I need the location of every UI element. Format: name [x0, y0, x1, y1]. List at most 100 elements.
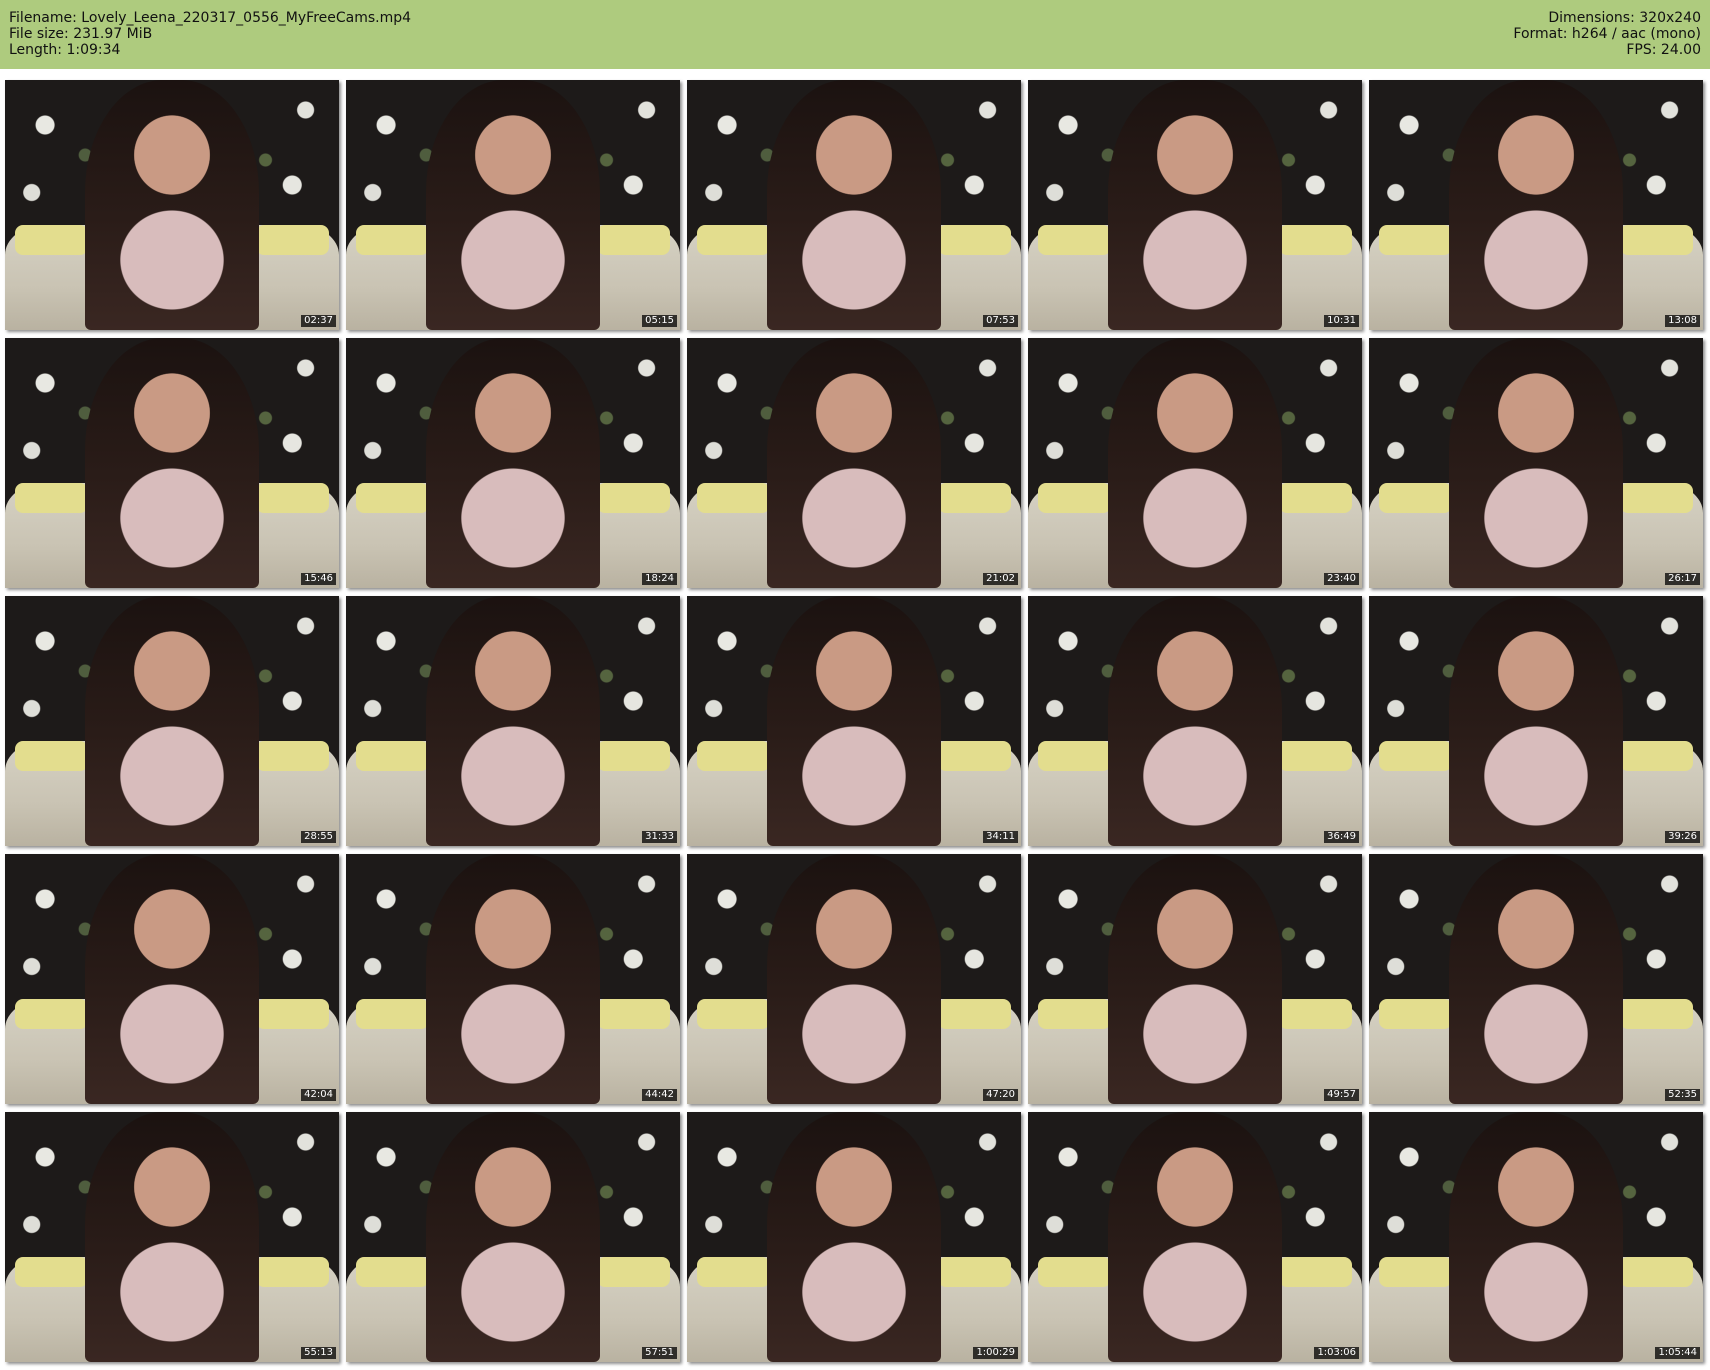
thumbnail-timestamp: 36:49 — [1324, 831, 1359, 843]
thumbnail-image-cushion — [937, 483, 1011, 513]
video-thumbnail[interactable]: 15:46 — [5, 338, 339, 588]
thumbnail-timestamp: 26:17 — [1665, 573, 1700, 585]
video-thumbnail[interactable]: 07:53 — [687, 80, 1021, 330]
thumbnail-image-subject — [767, 80, 941, 330]
thumbnail-timestamp: 05:15 — [642, 315, 677, 327]
thumbnail-image-cushion — [255, 483, 329, 513]
filesize-text: File size: 231.97 MiB — [9, 26, 153, 42]
media-info: Dimensions: 320x240 Format: h264 / aac (… — [1513, 10, 1701, 58]
video-thumbnail[interactable]: 44:42 — [346, 854, 680, 1104]
thumbnail-image-cushion — [1379, 741, 1453, 771]
thumbnail-timestamp: 10:31 — [1324, 315, 1359, 327]
thumbnail-image-subject — [1108, 338, 1282, 588]
thumbnail-image-subject — [85, 338, 259, 588]
thumbnail-timestamp: 47:20 — [983, 1089, 1018, 1101]
thumbnail-image-cushion — [356, 483, 430, 513]
thumbnail-image-cushion — [356, 741, 430, 771]
thumbnail-timestamp: 28:55 — [301, 831, 336, 843]
video-thumbnail[interactable]: 28:55 — [5, 596, 339, 846]
video-thumbnail[interactable]: 49:57 — [1028, 854, 1362, 1104]
thumbnail-image-cushion — [356, 225, 430, 255]
thumbnail-image-subject — [767, 854, 941, 1104]
thumbnail-image-cushion — [15, 999, 89, 1029]
video-thumbnail[interactable]: 13:08 — [1369, 80, 1703, 330]
video-thumbnail[interactable]: 42:04 — [5, 854, 339, 1104]
video-thumbnail[interactable]: 36:49 — [1028, 596, 1362, 846]
video-thumbnail[interactable]: 47:20 — [687, 854, 1021, 1104]
thumbnail-image-cushion — [697, 483, 771, 513]
thumbnail-image-cushion — [1619, 483, 1693, 513]
thumbnail-image-cushion — [1278, 999, 1352, 1029]
video-thumbnail[interactable]: 05:15 — [346, 80, 680, 330]
thumbnail-image-cushion — [1278, 1257, 1352, 1287]
thumbnail-image-subject — [1449, 338, 1623, 588]
thumbnail-timestamp: 13:08 — [1665, 315, 1700, 327]
thumbnail-image-subject — [85, 1112, 259, 1362]
thumbnail-timestamp: 07:53 — [983, 315, 1018, 327]
video-thumbnail[interactable]: 26:17 — [1369, 338, 1703, 588]
thumbnail-image-cushion — [596, 999, 670, 1029]
video-thumbnail[interactable]: 52:35 — [1369, 854, 1703, 1104]
thumbnail-timestamp: 44:42 — [642, 1089, 677, 1101]
thumbnail-image-cushion — [1278, 483, 1352, 513]
fps-text: FPS: 24.00 — [1626, 42, 1701, 58]
thumbnail-image-cushion — [1379, 999, 1453, 1029]
length-text: Length: 1:09:34 — [9, 42, 121, 58]
video-thumbnail[interactable]: 57:51 — [346, 1112, 680, 1362]
thumbnail-image-subject — [1449, 854, 1623, 1104]
thumbnail-image-cushion — [1038, 483, 1112, 513]
thumbnail-grid: 02:37 05:15 07:53 10:31 13:08 15:46 18:24 21:02… — [5, 80, 1705, 1362]
thumbnail-image-cushion — [937, 225, 1011, 255]
thumbnail-image-cushion — [937, 999, 1011, 1029]
thumbnail-image-cushion — [596, 483, 670, 513]
video-thumbnail[interactable]: 34:11 — [687, 596, 1021, 846]
thumbnail-timestamp: 21:02 — [983, 573, 1018, 585]
thumbnail-timestamp: 42:04 — [301, 1089, 336, 1101]
thumbnail-timestamp: 1:03:06 — [1314, 1347, 1359, 1359]
thumbnail-image-cushion — [697, 1257, 771, 1287]
thumbnail-image-cushion — [1619, 999, 1693, 1029]
video-thumbnail[interactable]: 1:05:44 — [1369, 1112, 1703, 1362]
thumbnail-timestamp: 1:00:29 — [973, 1347, 1018, 1359]
thumbnail-image-cushion — [1278, 225, 1352, 255]
format-text: Format: h264 / aac (mono) — [1513, 26, 1701, 42]
thumbnail-image-subject — [426, 80, 600, 330]
thumbnail-image-cushion — [1379, 483, 1453, 513]
thumbnail-image-subject — [1449, 596, 1623, 846]
video-thumbnail[interactable]: 18:24 — [346, 338, 680, 588]
thumbnail-timestamp: 02:37 — [301, 315, 336, 327]
thumbnail-image-cushion — [1038, 999, 1112, 1029]
video-thumbnail[interactable]: 1:03:06 — [1028, 1112, 1362, 1362]
thumbnail-image-cushion — [255, 999, 329, 1029]
thumbnail-image-cushion — [937, 741, 1011, 771]
thumbnail-image-cushion — [596, 741, 670, 771]
thumbnail-image-subject — [85, 80, 259, 330]
thumbnail-image-subject — [426, 854, 600, 1104]
video-thumbnail[interactable]: 1:00:29 — [687, 1112, 1021, 1362]
thumbnail-image-cushion — [937, 1257, 1011, 1287]
thumbnail-timestamp: 34:11 — [983, 831, 1018, 843]
video-thumbnail[interactable]: 21:02 — [687, 338, 1021, 588]
video-thumbnail[interactable]: 31:33 — [346, 596, 680, 846]
video-thumbnail[interactable]: 23:40 — [1028, 338, 1362, 588]
thumbnail-image-subject — [1108, 596, 1282, 846]
thumbnail-timestamp: 49:57 — [1324, 1089, 1359, 1101]
thumbnail-timestamp: 31:33 — [642, 831, 677, 843]
thumbnail-image-cushion — [15, 1257, 89, 1287]
thumbnail-timestamp: 55:13 — [301, 1347, 336, 1359]
video-thumbnail[interactable]: 02:37 — [5, 80, 339, 330]
thumbnail-timestamp: 18:24 — [642, 573, 677, 585]
thumbnail-image-cushion — [697, 999, 771, 1029]
thumbnail-timestamp: 23:40 — [1324, 573, 1359, 585]
thumbnail-image-cushion — [255, 741, 329, 771]
thumbnail-image-cushion — [1038, 741, 1112, 771]
video-thumbnail[interactable]: 55:13 — [5, 1112, 339, 1362]
thumbnail-timestamp: 52:35 — [1665, 1089, 1700, 1101]
thumbnail-image-cushion — [1619, 741, 1693, 771]
video-thumbnail[interactable]: 10:31 — [1028, 80, 1362, 330]
thumbnail-image-subject — [85, 854, 259, 1104]
thumbnail-image-cushion — [1379, 225, 1453, 255]
video-thumbnail[interactable]: 39:26 — [1369, 596, 1703, 846]
thumbnail-image-cushion — [697, 741, 771, 771]
thumbnail-image-cushion — [1619, 1257, 1693, 1287]
